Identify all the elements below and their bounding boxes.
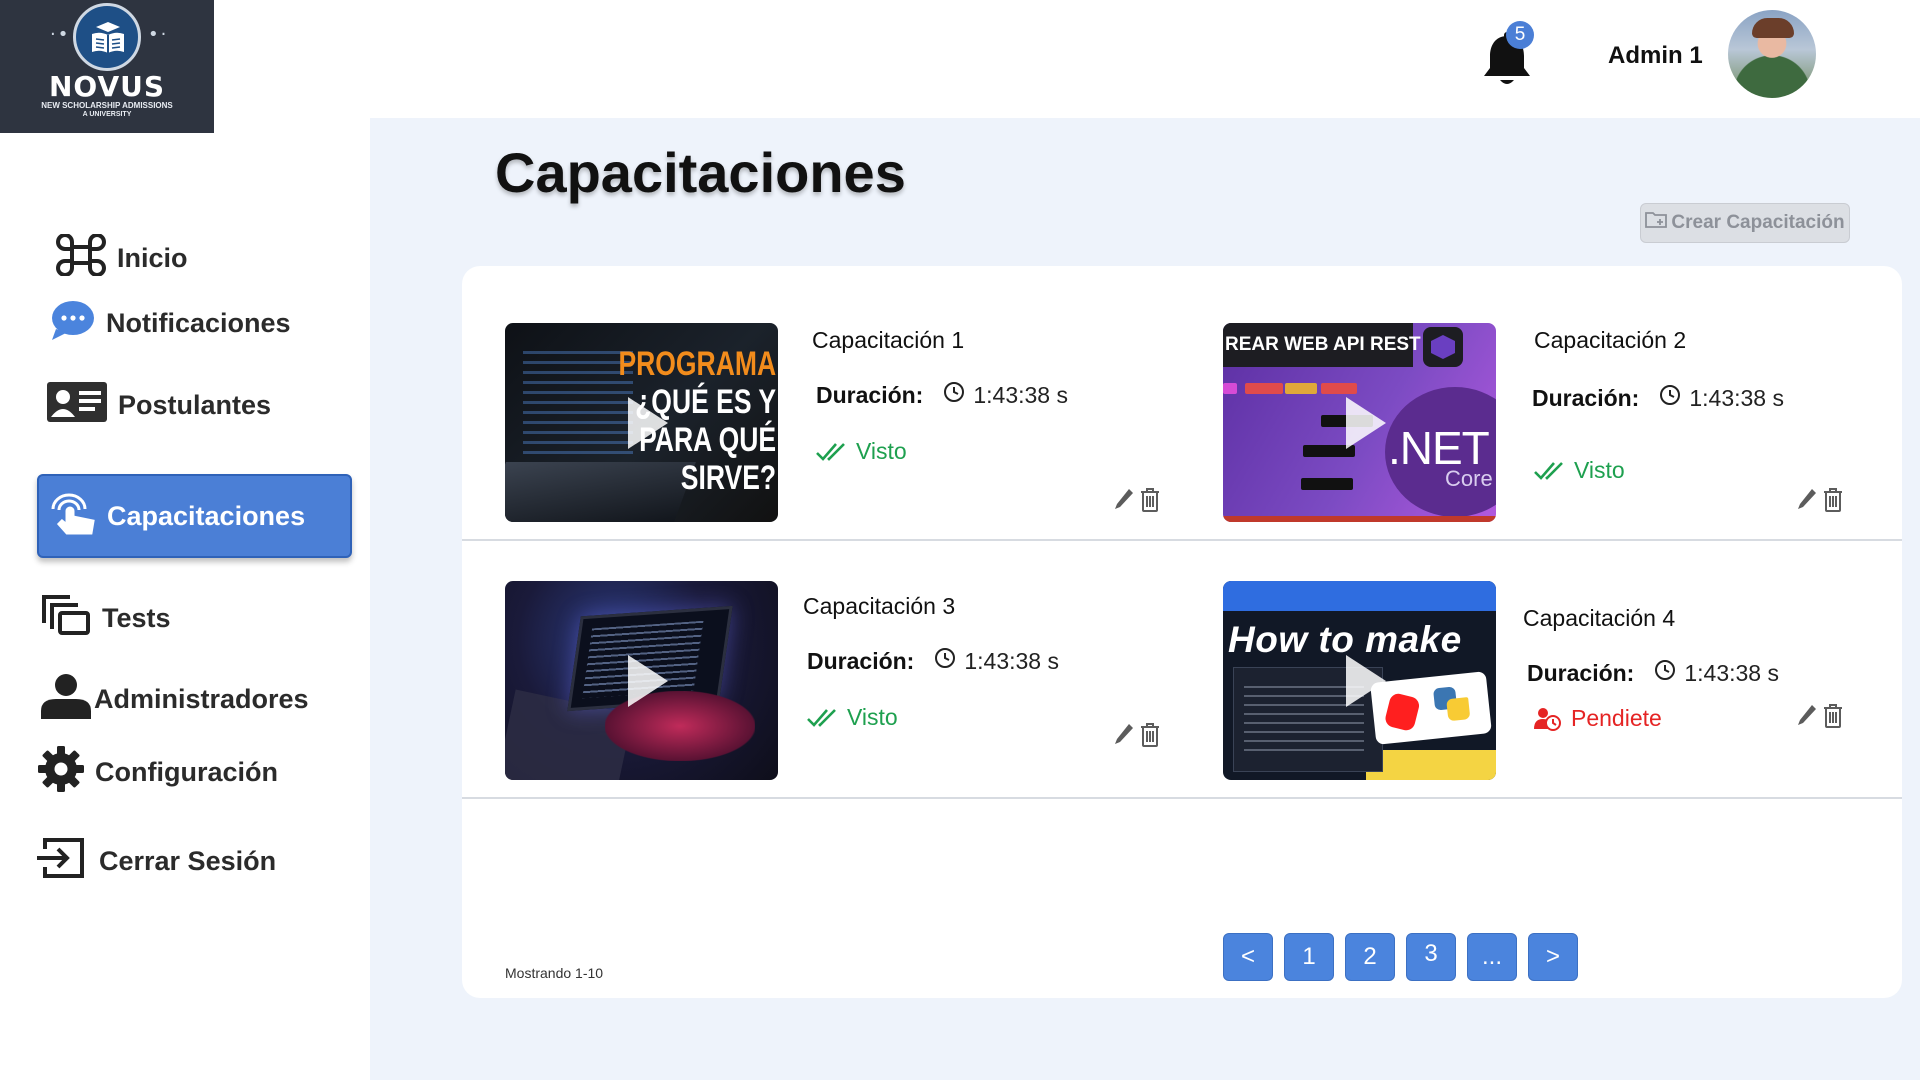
training-actions (1796, 703, 1844, 734)
status-badge: Visto (816, 438, 907, 465)
page-title: Capacitaciones (495, 141, 906, 204)
pagination-next-button[interactable]: > (1528, 933, 1578, 981)
row-divider (462, 797, 1902, 799)
clock-icon (1659, 384, 1681, 412)
play-icon[interactable] (1345, 654, 1386, 707)
training-title[interactable]: Capacitación 4 (1523, 605, 1675, 632)
pagination-ellipsis[interactable]: ... (1467, 933, 1517, 981)
edit-pencil-icon[interactable] (1113, 487, 1135, 518)
play-icon[interactable] (627, 654, 668, 707)
logo-decoration: ·• (50, 24, 71, 45)
thumbnail-text: REAR WEB API REST (1223, 323, 1421, 367)
touch-hand-icon (47, 491, 97, 542)
training-duration: Duración: 1:43:38 s (1527, 659, 1779, 687)
brand-name: NOVUS (48, 70, 166, 103)
duration-value: 1:43:38 s (1689, 384, 1784, 411)
duration-label: Duración: (816, 381, 924, 408)
edit-pencil-icon[interactable] (1796, 487, 1818, 518)
duration-value: 1:43:38 s (1684, 659, 1779, 686)
sidebar-item-label: Cerrar Sesión (99, 846, 277, 876)
training-thumbnail-2[interactable]: REAR WEB API REST .NET Core (1223, 323, 1496, 522)
sidebar-item-inicio[interactable]: Inicio (55, 233, 188, 283)
command-icon (55, 233, 107, 283)
brand-logo[interactable]: ·• •· NOVUS NEW SCHOLARSHIP ADMISSIONS A… (0, 0, 214, 133)
pagination-page-1[interactable]: 1 (1284, 933, 1334, 981)
double-check-icon (807, 708, 836, 727)
trash-icon[interactable] (1139, 722, 1161, 753)
double-check-icon (1534, 461, 1563, 480)
training-duration: Duración: 1:43:38 s (807, 647, 1059, 675)
trash-icon[interactable] (1822, 487, 1844, 518)
duration-value: 1:43:38 s (973, 381, 1068, 408)
double-check-icon (816, 442, 845, 461)
duration-label: Duración: (1532, 384, 1640, 411)
logout-icon (35, 837, 85, 886)
sidebar-item-label: Tests (102, 603, 171, 633)
sidebar-item-label: Configuración (95, 757, 278, 787)
brand-subtitle: NEW SCHOLARSHIP ADMISSIONS (41, 101, 173, 110)
training-duration: Duración: 1:43:38 s (816, 381, 1068, 409)
edit-pencil-icon[interactable] (1113, 722, 1135, 753)
status-badge: Visto (1534, 457, 1625, 484)
youtube-python-badge-icon (1370, 671, 1492, 745)
sidebar-item-configuracion[interactable]: Configuración (37, 745, 278, 800)
row-divider (462, 539, 1902, 541)
pagination-summary: Mostrando 1-10 (505, 965, 604, 981)
person-icon (38, 673, 94, 726)
trash-icon[interactable] (1822, 703, 1844, 734)
duration-value: 1:43:38 s (964, 647, 1059, 674)
stacked-windows-icon (40, 593, 92, 644)
status-badge: Pendiete (1533, 705, 1662, 732)
brand-subtitle-2: A UNIVERSITY (82, 111, 132, 118)
chat-bubble-icon (50, 299, 96, 348)
create-training-button[interactable]: Crear Capacitación (1640, 203, 1850, 243)
play-icon[interactable] (1345, 396, 1386, 449)
training-title[interactable]: Capacitación 3 (803, 593, 955, 620)
sidebar-item-label: Notificaciones (106, 308, 291, 338)
play-icon[interactable] (627, 396, 668, 449)
training-thumbnail-1[interactable]: PROGRAMA ¿QUÉ ES Y PARA QUÉ SIRVE? (505, 323, 778, 522)
sidebar-item-capacitaciones[interactable]: Capacitaciones (37, 474, 352, 558)
pagination-page-3[interactable]: 3 (1406, 933, 1456, 981)
training-thumbnail-3[interactable] (505, 581, 778, 780)
sidebar-item-label: Administradores (94, 684, 309, 714)
gear-icon (37, 745, 85, 800)
csharp-logo-icon (1423, 327, 1463, 367)
notification-count-badge: 5 (1506, 21, 1534, 49)
status-badge: Visto (807, 704, 898, 731)
folder-add-icon (1645, 210, 1668, 236)
sidebar-item-label: Inicio (117, 243, 188, 273)
sidebar-item-label: Capacitaciones (107, 500, 306, 531)
create-training-label: Crear Capacitación (1671, 212, 1845, 233)
training-actions (1113, 487, 1161, 518)
training-actions (1796, 487, 1844, 518)
id-card-icon (46, 381, 108, 430)
pagination-page-2[interactable]: 2 (1345, 933, 1395, 981)
pagination-prev-button[interactable]: < (1223, 933, 1273, 981)
pending-user-icon (1534, 707, 1561, 731)
training-actions (1113, 722, 1161, 753)
clock-icon (943, 381, 965, 409)
avatar[interactable] (1728, 10, 1816, 98)
duration-label: Duración: (1527, 659, 1635, 686)
sidebar-item-notificaciones[interactable]: Notificaciones (50, 299, 291, 348)
training-duration: Duración: 1:43:38 s (1532, 384, 1784, 412)
edit-pencil-icon[interactable] (1796, 703, 1818, 734)
training-title[interactable]: Capacitación 1 (812, 327, 964, 354)
sidebar-item-administradores[interactable]: Administradores (38, 673, 309, 726)
sidebar-item-label: Postulantes (118, 390, 272, 420)
clock-icon (1654, 659, 1676, 687)
trash-icon[interactable] (1139, 487, 1161, 518)
book-emblem-icon (73, 3, 141, 71)
training-title[interactable]: Capacitación 2 (1534, 327, 1686, 354)
sidebar-item-postulantes[interactable]: Postulantes (46, 381, 271, 430)
sidebar-item-cerrar-sesion[interactable]: Cerrar Sesión (35, 837, 276, 886)
training-thumbnail-4[interactable]: How to make (1223, 581, 1496, 780)
clock-icon (934, 647, 956, 675)
sidebar-item-tests[interactable]: Tests (40, 593, 171, 644)
thumbnail-text: Core (1445, 466, 1493, 491)
logo-decoration: •· (148, 24, 169, 45)
duration-label: Duración: (807, 647, 915, 674)
user-name[interactable]: Admin 1 (1608, 42, 1703, 70)
